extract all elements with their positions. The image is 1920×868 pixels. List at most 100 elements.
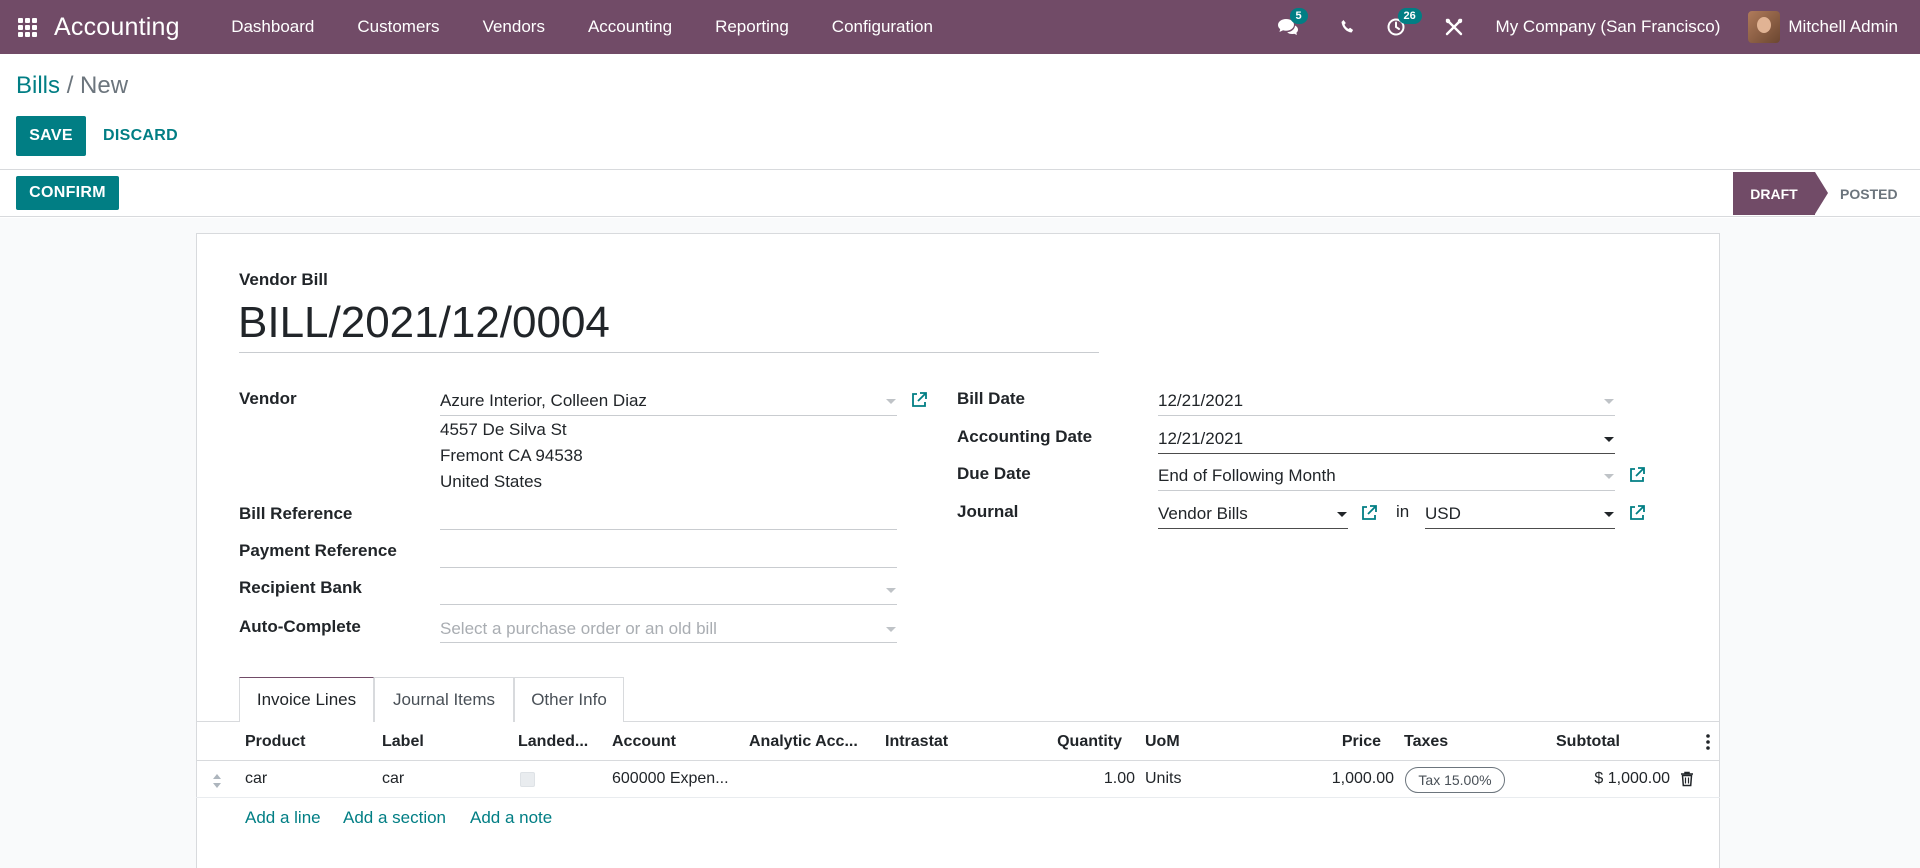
due-date-dropdown-icon[interactable] <box>1604 474 1614 479</box>
payment-reference-input[interactable] <box>440 538 897 566</box>
menu-accounting[interactable]: Accounting <box>566 17 693 37</box>
save-button[interactable]: SAVE <box>16 116 86 156</box>
breadcrumb: Bills / New <box>16 72 128 100</box>
status-draft-arrow <box>1815 172 1828 214</box>
user-avatar <box>1748 11 1781 43</box>
menu-reporting[interactable]: Reporting <box>694 17 811 37</box>
divider <box>0 169 1920 170</box>
vendor-label: Vendor <box>239 389 297 408</box>
row-subtotal: $ 1,000.00 <box>1594 770 1670 787</box>
activities-count-badge: 26 <box>1397 8 1422 24</box>
confirm-button[interactable]: CONFIRM <box>16 176 119 210</box>
bill-date-underline <box>1158 415 1615 416</box>
accounting-date-dropdown-icon[interactable] <box>1604 437 1614 442</box>
bill-date-input[interactable]: 12/21/2021 <box>1158 391 1243 411</box>
vendor-address-city: Fremont CA 94538 <box>440 446 583 465</box>
column-options-icon[interactable] <box>1706 733 1710 751</box>
row-product[interactable]: car <box>245 770 267 788</box>
col-intrastat[interactable]: Intrastat <box>885 733 948 751</box>
row-landed-checkbox[interactable] <box>520 772 535 787</box>
external-link-icon[interactable] <box>910 391 928 409</box>
messages-count-badge: 5 <box>1289 8 1308 24</box>
top-navbar: Accounting Dashboard Customers Vendors A… <box>0 0 1920 54</box>
add-section-link[interactable]: Add a section <box>343 808 446 828</box>
tab-invoice-lines[interactable]: Invoice Lines <box>239 677 374 722</box>
currency-input[interactable]: USD <box>1425 504 1461 524</box>
auto-complete-input[interactable]: Select a purchase order or an old bill <box>440 619 717 639</box>
col-quantity[interactable]: Quantity <box>1020 733 1122 751</box>
tab-other-info[interactable]: Other Info <box>514 677 624 722</box>
user-menu[interactable]: Mitchell Admin <box>1748 11 1898 43</box>
company-switcher[interactable]: My Company (San Francisco) <box>1496 17 1721 37</box>
breadcrumb-current: New <box>80 72 129 99</box>
row-price[interactable]: 1,000.00 <box>1280 770 1394 788</box>
accounting-date-underline <box>1158 453 1615 454</box>
table-header-divider <box>196 760 1720 761</box>
drag-handle-icon[interactable] <box>212 773 222 789</box>
discard-button[interactable]: DISCARD <box>103 127 178 145</box>
menu-vendors[interactable]: Vendors <box>461 17 566 37</box>
payment-reference-underline <box>440 567 897 568</box>
currency-dropdown-icon[interactable] <box>1604 512 1614 517</box>
auto-complete-dropdown-icon[interactable] <box>886 627 896 632</box>
recipient-bank-label: Recipient Bank <box>239 578 362 597</box>
auto-complete-label: Auto-Complete <box>239 617 361 636</box>
menu-customers[interactable]: Customers <box>336 17 461 37</box>
auto-complete-underline <box>440 642 897 643</box>
messages-icon[interactable]: 5 <box>1266 0 1310 54</box>
add-line-link[interactable]: Add a line <box>245 808 321 828</box>
bill-date-label: Bill Date <box>957 389 1026 408</box>
vendor-address-street: 4557 De Silva St <box>440 420 567 439</box>
app-brand[interactable]: Accounting <box>54 13 180 42</box>
bill-reference-input[interactable] <box>440 500 897 528</box>
add-note-link[interactable]: Add a note <box>470 808 552 828</box>
bill-reference-label: Bill Reference <box>239 504 353 523</box>
external-link-icon[interactable] <box>1628 466 1646 484</box>
bill-type-label: Vendor Bill <box>239 270 328 289</box>
row-account[interactable]: 600000 Expen... <box>612 770 729 788</box>
status-posted[interactable]: POSTED <box>1840 186 1898 202</box>
vendor-dropdown-icon[interactable] <box>886 399 896 404</box>
menu-dashboard[interactable]: Dashboard <box>210 17 336 37</box>
bill-reference-underline <box>440 529 897 530</box>
col-uom[interactable]: UoM <box>1145 733 1180 751</box>
col-price[interactable]: Price <box>1280 733 1381 751</box>
debug-tools-icon[interactable] <box>1432 0 1476 54</box>
bill-date-dropdown-icon[interactable] <box>1604 399 1614 404</box>
journal-underline <box>1158 528 1348 529</box>
row-quantity[interactable]: 1.00 <box>1020 770 1135 788</box>
col-landed[interactable]: Landed... <box>518 733 588 751</box>
breadcrumb-bills-link[interactable]: Bills <box>16 72 60 99</box>
due-date-input[interactable]: End of Following Month <box>1158 466 1336 486</box>
recipient-bank-dropdown-icon[interactable] <box>886 588 896 593</box>
col-analytic[interactable]: Analytic Acc... <box>749 733 858 751</box>
recipient-bank-input[interactable] <box>440 575 897 603</box>
journal-dropdown-icon[interactable] <box>1337 512 1347 517</box>
external-link-icon[interactable] <box>1628 504 1646 522</box>
row-divider <box>196 797 1720 798</box>
status-draft: DRAFT <box>1733 172 1815 215</box>
tab-journal-items[interactable]: Journal Items <box>374 677 514 722</box>
external-link-icon[interactable] <box>1360 504 1378 522</box>
col-subtotal[interactable]: Subtotal <box>1556 733 1620 751</box>
vendor-input[interactable]: Azure Interior, Colleen Diaz <box>440 391 647 411</box>
phone-icon[interactable] <box>1326 0 1370 54</box>
accounting-date-label: Accounting Date <box>957 427 1093 446</box>
accounting-date-input[interactable]: 12/21/2021 <box>1158 429 1243 449</box>
col-label[interactable]: Label <box>382 733 424 751</box>
col-taxes[interactable]: Taxes <box>1404 733 1448 751</box>
delete-trash-icon[interactable] <box>1680 771 1694 787</box>
row-label[interactable]: car <box>382 770 404 788</box>
divider <box>0 216 1920 217</box>
col-account[interactable]: Account <box>612 733 676 751</box>
due-date-label: Due Date <box>957 464 1031 483</box>
col-product[interactable]: Product <box>245 733 305 751</box>
vendor-address-country: United States <box>440 472 543 491</box>
row-uom[interactable]: Units <box>1145 770 1181 788</box>
row-tax-badge[interactable]: Tax 15.00% <box>1405 767 1505 793</box>
journal-input[interactable]: Vendor Bills <box>1158 504 1248 524</box>
activity-clock-icon[interactable]: 26 <box>1374 0 1422 54</box>
apps-menu-icon[interactable] <box>0 0 54 54</box>
menu-configuration[interactable]: Configuration <box>810 17 954 37</box>
bill-number: BILL/2021/12/0004 <box>238 298 610 347</box>
